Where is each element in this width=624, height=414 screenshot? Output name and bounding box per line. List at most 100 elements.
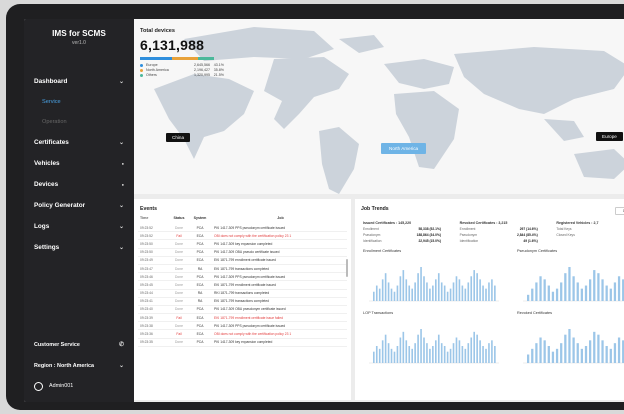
bar-segment <box>198 57 214 60</box>
events-scrollbar[interactable] <box>346 259 348 277</box>
bar-segment <box>140 57 172 60</box>
table-row[interactable]: 09:23:49 Done ECA EKI 1871-799 enrollment c… <box>138 257 347 265</box>
sidebar-item-logs[interactable]: Logs ⌄ <box>24 216 134 237</box>
trend-bar <box>396 285 399 301</box>
table-row[interactable]: 09:23:46 Done PCA PKI 1417-309 PPS pseudony… <box>138 273 347 282</box>
trend-bar <box>482 346 484 363</box>
trend-bar <box>576 343 579 363</box>
trend-bar <box>491 340 493 363</box>
trend-chart-plot <box>523 267 624 302</box>
event-time: 09:23:52 <box>140 225 153 230</box>
trend-bar <box>470 337 473 363</box>
trend-bar <box>488 343 490 363</box>
table-row[interactable]: 09:23:38 Done PCA PKI 1417-309 PPS pseudony… <box>138 322 347 331</box>
event-status: Done <box>175 291 183 296</box>
table-row[interactable]: 09:23:52 Done PCA PKI 1417-309 PPS pseudony… <box>138 224 347 233</box>
table-row[interactable]: 09:23:47 Done RA EKI 1871-799 transactions … <box>138 265 347 274</box>
trend-bar <box>378 348 381 363</box>
stat-label: Identification <box>459 239 479 243</box>
trend-bar <box>564 334 567 363</box>
bar-segment <box>171 57 199 60</box>
dot-icon: ● <box>121 182 124 187</box>
trend-bar <box>449 348 452 363</box>
trend-bar <box>539 337 542 363</box>
table-row[interactable]: 09:23:45 Done ECA EKI 1871-799 enrollment c… <box>138 281 347 290</box>
event-time: 09:23:45 <box>140 282 153 287</box>
trend-bar <box>417 334 419 363</box>
trend-bar <box>580 348 583 363</box>
trend-bar <box>384 334 387 363</box>
sidebar-item-certificates[interactable]: Certificates ⌄ <box>24 132 134 153</box>
legend-dot-icon <box>140 63 143 67</box>
stat-line: Pseudonym 188,864 (34.0%) <box>363 233 460 237</box>
trend-bar <box>539 276 542 301</box>
trend-bar <box>584 285 588 301</box>
dashboard-screen: IMS for SCMS ver1.0 Dashboard ⌄ Service Ope… <box>24 19 624 402</box>
events-panel: Events Time Status System Job 09:23:52 Do… <box>134 199 351 400</box>
trend-chart-title: Enrollment Certificates <box>363 249 402 253</box>
stat-heading: Registered Vehicles : 2,7 <box>556 221 599 225</box>
trend-bar <box>535 282 538 301</box>
trend-bar <box>411 288 413 301</box>
sidebar-item-dashboard[interactable]: Dashboard ⌄ <box>24 71 134 92</box>
trend-bar <box>387 343 390 363</box>
trend-bar <box>482 285 484 301</box>
sidebar-item-vehicles[interactable]: Vehicles ● <box>24 153 134 174</box>
sidebar-item-policy-generator[interactable]: Policy Generator ⌄ <box>24 195 134 216</box>
map-marker-china[interactable]: China <box>166 133 191 142</box>
table-row[interactable]: 09:23:52 Fail ECA OBI does not comply with … <box>138 232 347 241</box>
table-row[interactable]: 09:23:41 Done RA EKI 1871-799 transactions … <box>138 298 347 306</box>
trend-bar <box>572 337 575 363</box>
period-filter-dropdown[interactable]: Day <box>615 207 624 215</box>
user-menu[interactable]: Admin001 <box>24 376 134 396</box>
trend-chart-plot <box>369 267 499 302</box>
table-row[interactable]: 09:23:50 Done PCA PKI 1417-309 key expansio… <box>138 240 347 249</box>
trend-bar <box>381 279 384 301</box>
event-job: OBI does not comply with the certificati… <box>214 332 292 337</box>
trend-bar <box>387 282 390 301</box>
trend-bar <box>384 273 387 301</box>
trend-bar <box>531 288 534 301</box>
trend-bar <box>373 351 375 363</box>
trend-bar <box>435 340 437 363</box>
event-system: PCA <box>196 274 204 279</box>
customer-service-link[interactable]: Customer Service ✆ <box>24 334 134 355</box>
trend-bar <box>381 340 384 363</box>
legend-dot-icon <box>140 73 143 77</box>
sidebar-item-devices[interactable]: Devices ● <box>24 174 134 195</box>
legend-row: Europe 2,645,566 43.1% <box>140 63 224 68</box>
stat-heading: Issued Certificates : 145,220 <box>363 221 412 225</box>
col-job: Job <box>277 216 284 220</box>
sidebar-item-settings[interactable]: Settings ⌄ <box>24 237 134 258</box>
table-row[interactable]: 09:23:36 Fail ECA OBI does not comply with … <box>138 330 347 339</box>
trend-bar <box>568 267 571 301</box>
table-row[interactable]: 09:23:44 Done RA RKI 1871-799 transactions … <box>138 290 347 298</box>
stat-line: Enrollment 58,338 (52.1%) <box>363 227 460 231</box>
sidebar-subitem-operation[interactable]: Operation <box>24 112 134 132</box>
table-row[interactable]: 09:23:35 Done PCA PKI 1417-309 key expansio… <box>138 339 347 347</box>
event-status: Done <box>175 274 183 279</box>
trend-chart-title: Revoked Certificates <box>517 311 553 315</box>
sidebar-subitem-service[interactable]: Service <box>24 92 134 112</box>
event-time: 09:23:41 <box>140 299 153 304</box>
map-marker-europe[interactable]: Europe <box>596 132 623 141</box>
event-status: Done <box>175 282 183 287</box>
map-marker-north-america[interactable]: North America <box>381 143 427 154</box>
table-row[interactable]: 09:23:40 Done PCA PKI 1417-309 OBU pseudony… <box>138 306 347 315</box>
table-row[interactable]: 09:23:39 Fail ECA EKI 1871-799 enrollment c… <box>138 314 347 323</box>
trend-bar <box>494 346 496 363</box>
trend-bar <box>485 288 487 301</box>
legend-count: 1,320,995 <box>194 73 210 77</box>
chevron-down-icon: ⌄ <box>118 79 124 85</box>
total-devices-label: Total devices <box>140 28 176 34</box>
event-system: PCA <box>196 225 204 230</box>
table-row[interactable]: 09:23:50 Done PCA PKI 1417-309 OBU pseudo c… <box>138 249 347 257</box>
trend-bar <box>564 273 567 301</box>
trend-bar <box>601 340 604 363</box>
event-status: Fail <box>176 233 182 238</box>
event-time: 09:23:39 <box>140 315 153 320</box>
event-system: PCA <box>196 307 204 312</box>
event-system: ECA <box>196 233 204 238</box>
trend-bar <box>593 270 596 301</box>
region-selector[interactable]: Region : North America ⌄ <box>24 355 134 376</box>
